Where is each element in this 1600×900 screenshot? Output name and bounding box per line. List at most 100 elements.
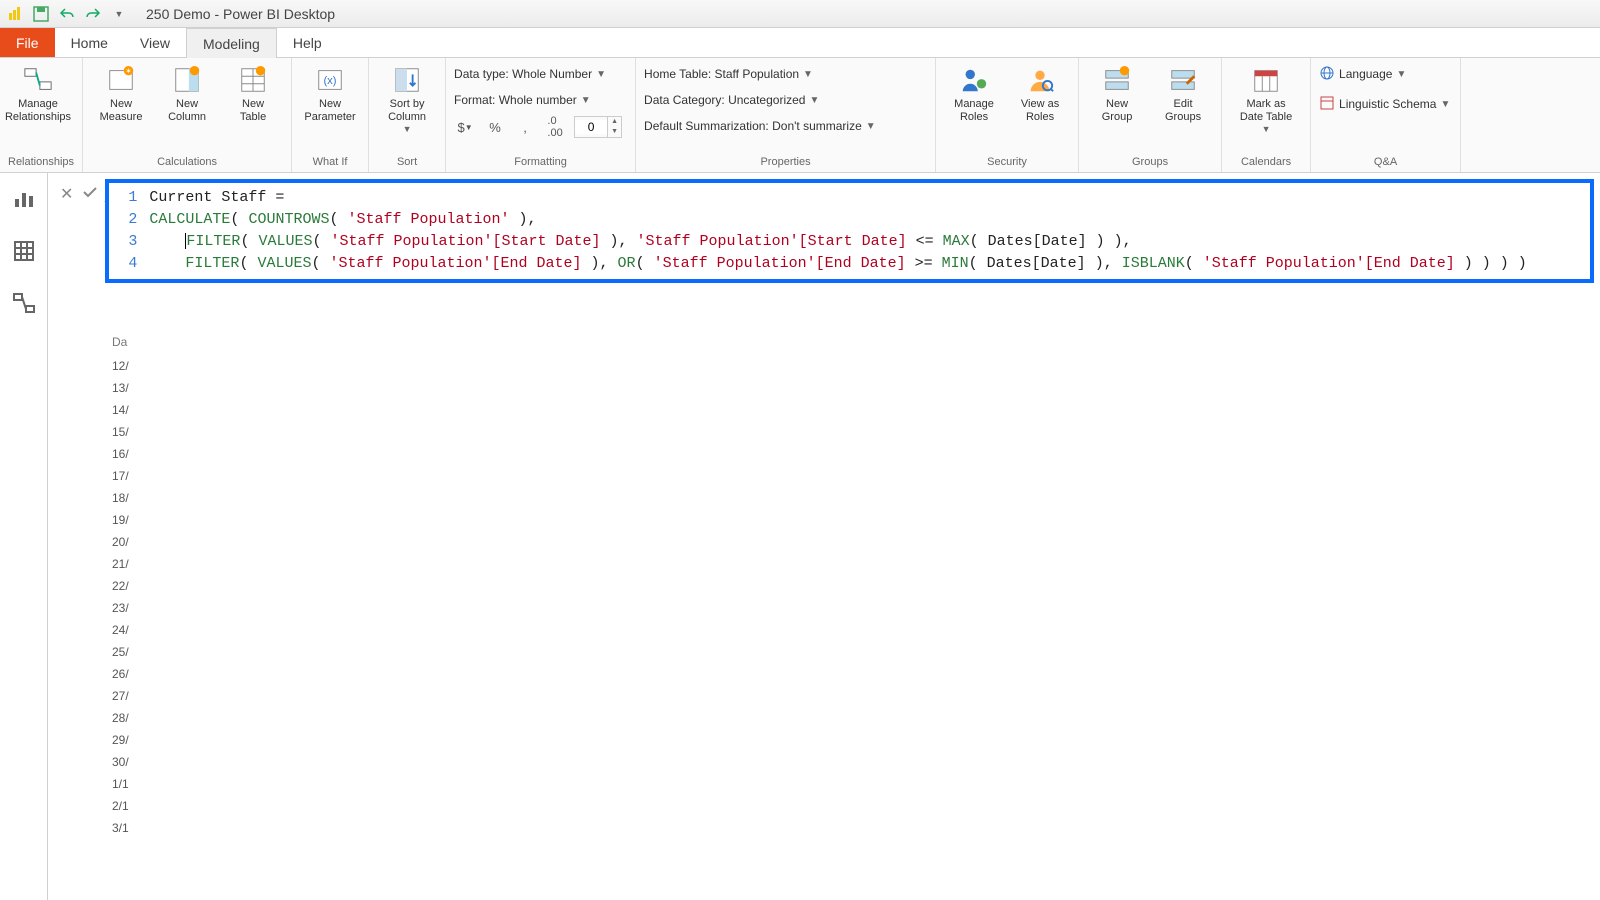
group-security: Manage Roles View as Roles Security (936, 58, 1079, 172)
group-qa: Language▼ Linguistic Schema▼ Q&A (1311, 58, 1461, 172)
bg-date-fragment: 26/ (108, 665, 133, 687)
bg-date-fragment: 20/ (108, 533, 133, 555)
bg-date-fragment: 2/1 (108, 797, 133, 819)
svg-text:✶: ✶ (125, 66, 131, 75)
default-summarization-dropdown[interactable]: Default Summarization: Don't summarize▼ (644, 114, 876, 138)
spinner-down-icon[interactable]: ▼ (608, 127, 621, 137)
new-measure-button[interactable]: ✶ New Measure (91, 62, 151, 124)
redo-icon[interactable] (84, 5, 102, 23)
measure-icon: ✶ (105, 64, 137, 96)
mark-as-date-table-button[interactable]: Mark as Date Table ▼ (1230, 62, 1302, 134)
window-title: 250 Demo - Power BI Desktop (146, 6, 335, 22)
new-parameter-button[interactable]: (x) New Parameter (300, 62, 360, 124)
bg-date-fragment: 17/ (108, 467, 133, 489)
sort-by-column-button[interactable]: Sort by Column ▼ (377, 62, 437, 134)
commit-formula-icon[interactable] (81, 183, 99, 204)
menu-view[interactable]: View (124, 28, 186, 57)
parameter-icon: (x) (314, 64, 346, 96)
data-type-dropdown[interactable]: Data type: Whole Number▼ (454, 62, 606, 86)
date-table-icon (1250, 64, 1282, 96)
decimals-spinner[interactable]: ▲▼ (574, 116, 622, 138)
bg-date-fragment: 23/ (108, 599, 133, 621)
format-dropdown[interactable]: Format: Whole number▼ (454, 88, 591, 112)
bg-date-fragment: 19/ (108, 511, 133, 533)
group-formatting: Data type: Whole Number▼ Format: Whole n… (446, 58, 636, 172)
background-date-rows: Da (108, 333, 131, 355)
bg-date-fragment: 25/ (108, 643, 133, 665)
formula-editor[interactable]: 1Current Staff = 2CALCULATE( COUNTROWS( … (105, 179, 1594, 283)
cancel-formula-icon[interactable]: ✕ (60, 184, 73, 204)
new-group-icon (1101, 64, 1133, 96)
menu-file[interactable]: File (0, 28, 55, 57)
quick-access-toolbar: ▼ (6, 5, 128, 23)
group-calendars: Mark as Date Table ▼ Calendars (1222, 58, 1311, 172)
edit-groups-button[interactable]: Edit Groups (1153, 62, 1213, 124)
edit-groups-icon (1167, 64, 1199, 96)
bg-date-fragment: 22/ (108, 577, 133, 599)
bg-date-fragment: 14/ (108, 401, 133, 423)
language-dropdown[interactable]: Language▼ (1319, 62, 1406, 86)
app-icon (6, 5, 24, 23)
new-table-button[interactable]: New Table (223, 62, 283, 124)
roles-icon (958, 64, 990, 96)
qat-dropdown-icon[interactable]: ▼ (110, 5, 128, 23)
menu-home[interactable]: Home (55, 28, 124, 57)
menu-modeling[interactable]: Modeling (186, 28, 277, 58)
main-area: Date 1/0 ✕ 1Current Staff = 2CALCULATE( … (48, 173, 1600, 900)
comma-button[interactable]: , (514, 116, 536, 138)
save-icon[interactable] (32, 5, 50, 23)
bg-date-fragment: 24/ (108, 621, 133, 643)
view-as-roles-button[interactable]: View as Roles (1010, 62, 1070, 124)
group-groups: New Group Edit Groups Groups (1079, 58, 1222, 172)
bg-date-fragment: 30/ (108, 753, 133, 775)
data-view-button[interactable] (10, 237, 38, 265)
currency-button[interactable]: $▼ (454, 116, 476, 138)
view-rail (0, 173, 48, 900)
decimal-icon: .0.00 (544, 116, 566, 138)
linguistic-schema-dropdown[interactable]: Linguistic Schema▼ (1319, 92, 1450, 116)
bg-date-fragment: 15/ (108, 423, 133, 445)
bg-date-fragment: 13/ (108, 379, 133, 401)
view-roles-icon (1024, 64, 1056, 96)
bg-date-fragment: 12/ (108, 357, 133, 379)
bg-date-fragment: 1/1 (108, 775, 133, 797)
table-icon (237, 64, 269, 96)
new-group-button[interactable]: New Group (1087, 62, 1147, 124)
data-category-dropdown[interactable]: Data Category: Uncategorized▼ (644, 88, 819, 112)
relationships-icon (22, 64, 54, 96)
new-column-button[interactable]: New Column (157, 62, 217, 124)
bg-date-fragment: 21/ (108, 555, 133, 577)
schema-icon (1319, 95, 1335, 114)
bg-date-fragment: 3/1 (108, 819, 133, 841)
formula-bar: ✕ 1Current Staff = 2CALCULATE( COUNTROWS… (54, 179, 1594, 283)
menu-help[interactable]: Help (277, 28, 338, 57)
title-bar: ▼ 250 Demo - Power BI Desktop (0, 0, 1600, 28)
group-sort: Sort by Column ▼ Sort (369, 58, 446, 172)
ribbon: Manage Relationships Relationships ✶ New… (0, 58, 1600, 173)
group-relationships: Manage Relationships Relationships (0, 58, 83, 172)
svg-text:(x): (x) (323, 75, 336, 87)
bg-date-fragment: 27/ (108, 687, 133, 709)
spinner-up-icon[interactable]: ▲ (608, 117, 621, 127)
group-properties: Home Table: Staff Population▼ Data Categ… (636, 58, 936, 172)
undo-icon[interactable] (58, 5, 76, 23)
globe-icon (1319, 65, 1335, 84)
background-date-values: 12/13/14/15/16/17/18/19/20/21/22/23/24/2… (108, 357, 133, 841)
group-calculations: ✶ New Measure New Column New Table Calcu… (83, 58, 292, 172)
manage-roles-button[interactable]: Manage Roles (944, 62, 1004, 124)
home-table-dropdown[interactable]: Home Table: Staff Population▼ (644, 62, 813, 86)
bg-date-fragment: 16/ (108, 445, 133, 467)
bg-date-fragment: 18/ (108, 489, 133, 511)
percent-button[interactable]: % (484, 116, 506, 138)
model-view-button[interactable] (10, 289, 38, 317)
group-whatif: (x) New Parameter What If (292, 58, 369, 172)
bg-date-fragment: 28/ (108, 709, 133, 731)
manage-relationships-button[interactable]: Manage Relationships (8, 62, 68, 124)
column-icon (171, 64, 203, 96)
sort-icon (391, 64, 423, 96)
report-view-button[interactable] (10, 185, 38, 213)
decimals-input[interactable] (575, 120, 607, 134)
workspace: Date 1/0 ✕ 1Current Staff = 2CALCULATE( … (0, 173, 1600, 900)
menu-bar: File Home View Modeling Help (0, 28, 1600, 58)
bg-date-fragment: 29/ (108, 731, 133, 753)
